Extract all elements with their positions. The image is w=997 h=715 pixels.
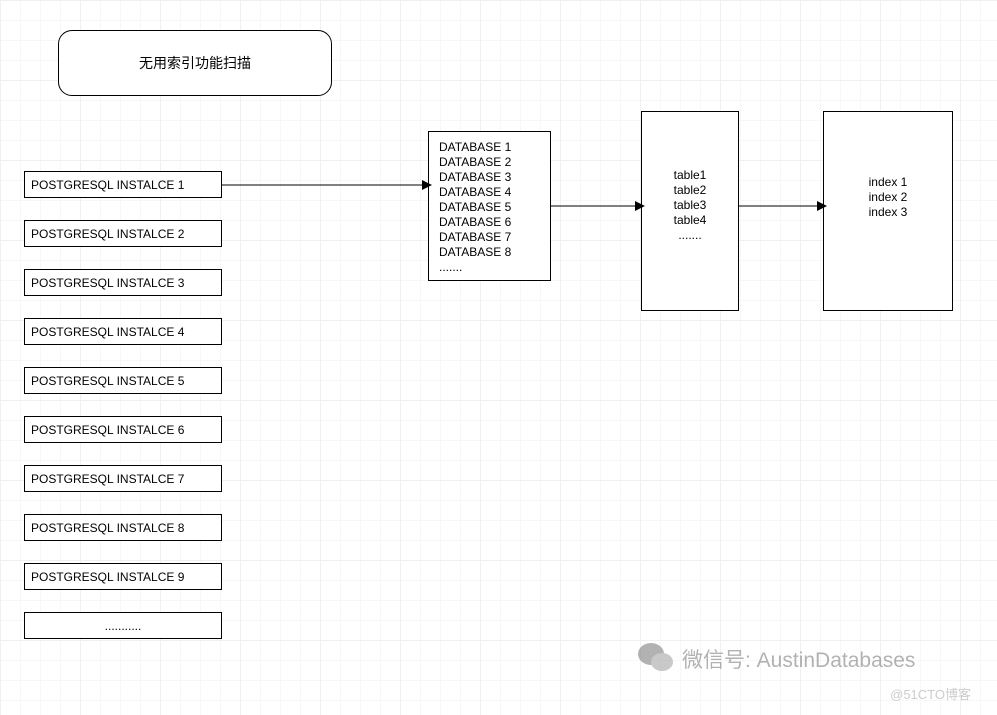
table-item: table1 [674, 168, 707, 183]
database-item: DATABASE 4 [439, 185, 542, 200]
database-item: DATABASE 6 [439, 215, 542, 230]
instance-box: POSTGRESQL INSTALCE 5 [24, 367, 222, 394]
index-item: index 2 [869, 190, 908, 205]
database-item: DATABASE 5 [439, 200, 542, 215]
diagram-title: 无用索引功能扫描 [139, 53, 251, 73]
instance-label: POSTGRESQL INSTALCE 3 [31, 276, 184, 290]
instance-more-label: ........... [105, 619, 142, 633]
instance-box: POSTGRESQL INSTALCE 3 [24, 269, 222, 296]
index-item: index 1 [869, 175, 908, 190]
instance-column: POSTGRESQL INSTALCE 1 POSTGRESQL INSTALC… [24, 171, 222, 661]
database-more: ....... [439, 260, 542, 275]
table-item: table3 [674, 198, 707, 213]
index-box: index 1 index 2 index 3 [823, 111, 953, 311]
database-item: DATABASE 8 [439, 245, 542, 260]
instance-box: POSTGRESQL INSTALCE 1 [24, 171, 222, 198]
table-item: table2 [674, 183, 707, 198]
database-item: DATABASE 1 [439, 140, 542, 155]
database-box: DATABASE 1 DATABASE 2 DATABASE 3 DATABAS… [428, 131, 551, 281]
index-item: index 3 [869, 205, 908, 220]
table-item: table4 [674, 213, 707, 228]
table-box: table1 table2 table3 table4 ....... [641, 111, 739, 311]
instance-more-box: ........... [24, 612, 222, 639]
database-item: DATABASE 2 [439, 155, 542, 170]
instance-box: POSTGRESQL INSTALCE 9 [24, 563, 222, 590]
instance-label: POSTGRESQL INSTALCE 7 [31, 472, 184, 486]
instance-box: POSTGRESQL INSTALCE 2 [24, 220, 222, 247]
instance-label: POSTGRESQL INSTALCE 4 [31, 325, 184, 339]
instance-label: POSTGRESQL INSTALCE 6 [31, 423, 184, 437]
wechat-watermark: 微信号: AustinDatabases [636, 639, 915, 679]
instance-box: POSTGRESQL INSTALCE 8 [24, 514, 222, 541]
instance-label: POSTGRESQL INSTALCE 5 [31, 374, 184, 388]
instance-label: POSTGRESQL INSTALCE 1 [31, 178, 184, 192]
wechat-label: 微信号: AustinDatabases [682, 644, 915, 674]
instance-box: POSTGRESQL INSTALCE 6 [24, 416, 222, 443]
instance-label: POSTGRESQL INSTALCE 8 [31, 521, 184, 535]
table-more: ....... [678, 228, 701, 243]
diagram-title-box: 无用索引功能扫描 [58, 30, 332, 96]
site-watermark: @51CTO博客 [890, 684, 971, 703]
wechat-icon [636, 639, 676, 679]
instance-box: POSTGRESQL INSTALCE 7 [24, 465, 222, 492]
instance-box: POSTGRESQL INSTALCE 4 [24, 318, 222, 345]
instance-label: POSTGRESQL INSTALCE 2 [31, 227, 184, 241]
instance-label: POSTGRESQL INSTALCE 9 [31, 570, 184, 584]
database-item: DATABASE 7 [439, 230, 542, 245]
database-item: DATABASE 3 [439, 170, 542, 185]
